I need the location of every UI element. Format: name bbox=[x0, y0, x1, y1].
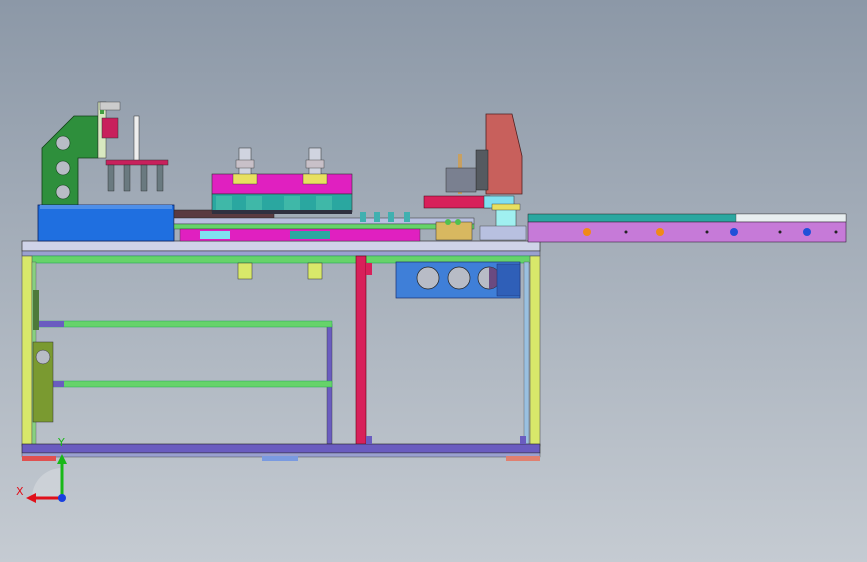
dual-head-assembly bbox=[211, 147, 353, 214]
guide-rail-teal bbox=[290, 231, 330, 239]
triad-graphic bbox=[26, 454, 67, 503]
head-teal-4 bbox=[316, 196, 332, 210]
y-axis-arrow bbox=[57, 454, 67, 464]
control-box-assembly bbox=[37, 204, 175, 242]
bracket-hole-3 bbox=[55, 184, 71, 200]
pick-beam bbox=[105, 159, 169, 166]
side-panel-hole bbox=[35, 349, 51, 365]
mount-plate-assembly bbox=[395, 261, 521, 299]
bracket-hole-1 bbox=[55, 135, 71, 151]
head-left-top bbox=[235, 159, 255, 169]
head-right-top bbox=[305, 159, 325, 169]
press-die-dot-2 bbox=[455, 219, 461, 225]
top-deck-plate bbox=[21, 240, 541, 252]
conveyor-dot-1 bbox=[583, 228, 591, 236]
x-axis-label: X bbox=[16, 485, 24, 498]
press-die-dot-1 bbox=[445, 219, 451, 225]
triad-quarter-disc bbox=[32, 468, 62, 498]
bracket-tabs bbox=[100, 110, 104, 114]
hanger-3 bbox=[366, 263, 372, 275]
bracket-hole-2 bbox=[55, 160, 71, 176]
press-column bbox=[485, 113, 523, 195]
left-post-yellow bbox=[21, 255, 33, 447]
left-mount-bracket bbox=[33, 290, 39, 330]
press-ram-ring bbox=[491, 203, 521, 211]
cad-viewport[interactable]: X Y bbox=[0, 0, 867, 562]
conveyor-pin-3 bbox=[778, 230, 782, 234]
conveyor-dot-4 bbox=[803, 228, 811, 236]
head-dark-band bbox=[212, 210, 352, 214]
machine-model-drawing[interactable] bbox=[0, 0, 867, 562]
top-deck-edge bbox=[21, 250, 541, 257]
head-left-yellow bbox=[232, 173, 258, 185]
hanger-2 bbox=[307, 262, 323, 280]
head-teal-3 bbox=[284, 196, 300, 210]
press-frame bbox=[445, 167, 477, 193]
bracket-cylinder-clamp bbox=[101, 117, 119, 139]
right-post-yellow bbox=[529, 255, 541, 447]
coordinate-triad: X Y bbox=[14, 436, 84, 510]
fixture-2 bbox=[374, 212, 380, 222]
hanger-1 bbox=[237, 262, 253, 280]
outfeed-conveyor bbox=[527, 213, 847, 243]
shelf-upper bbox=[35, 320, 333, 328]
mount-hole-1 bbox=[416, 266, 440, 290]
bracket-cap bbox=[99, 101, 121, 111]
press-plate-red bbox=[423, 195, 491, 209]
shelf-lower bbox=[35, 380, 333, 388]
fixture-4 bbox=[404, 212, 410, 222]
pick-finger-1 bbox=[107, 164, 115, 192]
middle-post-red bbox=[355, 255, 367, 447]
guide-rail-cyan bbox=[200, 231, 230, 239]
fixture-3 bbox=[388, 212, 394, 222]
head-teal-2 bbox=[246, 196, 262, 210]
shelf-upper-edge bbox=[36, 321, 64, 327]
corner-block-2 bbox=[520, 436, 526, 444]
conveyor-pin-2 bbox=[705, 230, 709, 234]
guide-rail-light bbox=[173, 217, 475, 225]
conveyor-pin-4 bbox=[834, 230, 838, 234]
conveyor-pin-1 bbox=[624, 230, 628, 234]
pick-finger-4 bbox=[156, 164, 164, 192]
head-teal-1 bbox=[216, 196, 232, 210]
press-base bbox=[479, 225, 527, 241]
press-die bbox=[435, 221, 473, 241]
foot-center bbox=[262, 456, 298, 461]
bottom-rail bbox=[21, 443, 541, 454]
blue-control-box bbox=[37, 204, 175, 242]
right-post-inner bbox=[523, 261, 530, 447]
pick-rod bbox=[133, 115, 140, 163]
conveyor-body bbox=[527, 221, 847, 243]
pick-finger-2 bbox=[123, 164, 131, 192]
corner-block-1 bbox=[366, 436, 372, 444]
mount-hole-2 bbox=[447, 266, 471, 290]
blue-box-lid bbox=[40, 205, 172, 209]
fixture-1 bbox=[360, 212, 366, 222]
guide-rail-assembly bbox=[173, 209, 475, 242]
guide-rail-green bbox=[173, 223, 475, 230]
z-axis-point bbox=[58, 494, 66, 502]
x-axis-arrow bbox=[26, 493, 36, 503]
head-right-yellow bbox=[302, 173, 328, 185]
mount-plate-side bbox=[496, 263, 521, 297]
press-mount bbox=[475, 149, 489, 191]
y-axis-label: Y bbox=[58, 436, 65, 449]
conveyor-top-light bbox=[735, 213, 847, 223]
conveyor-dot-3 bbox=[730, 228, 738, 236]
pick-finger-3 bbox=[140, 164, 148, 192]
conveyor-dot-2 bbox=[656, 228, 664, 236]
foot-right bbox=[506, 456, 540, 461]
